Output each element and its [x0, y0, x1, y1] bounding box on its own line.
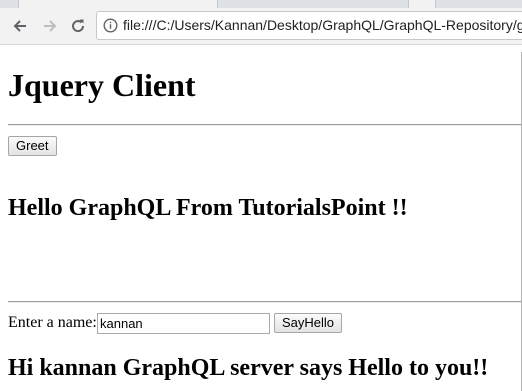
browser-chrome: file:///C:/Users/Kannan/Desktop/GraphQL/…: [0, 0, 522, 52]
browser-toolbar: file:///C:/Users/Kannan/Desktop/GraphQL/…: [0, 8, 522, 44]
name-label: Enter a name:: [8, 314, 97, 331]
page-title: Jquery Client: [8, 67, 196, 103]
back-button[interactable]: [8, 14, 32, 38]
reload-icon: [70, 18, 86, 34]
tab-strip: [0, 0, 522, 8]
address-bar[interactable]: file:///C:/Users/Kannan/Desktop/GraphQL/…: [96, 11, 522, 40]
page-content: Jquery Client Greet Hello GraphQL From T…: [0, 52, 522, 391]
url-text[interactable]: file:///C:/Users/Kannan/Desktop/GraphQL/…: [123, 17, 522, 33]
hello-message: Hi kannan GraphQL server says Hello to y…: [8, 355, 489, 381]
new-tab-button[interactable]: [408, 0, 436, 8]
reload-button[interactable]: [66, 14, 90, 38]
browser-tab[interactable]: [18, 0, 218, 8]
greet-message: Hello GraphQL From TutorialsPoint !!: [8, 195, 408, 221]
sayhello-button[interactable]: SayHello: [274, 313, 343, 333]
arrow-left-icon: [12, 18, 28, 34]
forward-button[interactable]: [38, 14, 62, 38]
info-icon[interactable]: [103, 18, 118, 33]
name-input[interactable]: [97, 313, 270, 334]
divider: [8, 301, 522, 303]
chrome-divider: [0, 44, 522, 52]
greet-button[interactable]: Greet: [8, 136, 57, 156]
divider: [8, 124, 522, 126]
arrow-right-icon: [42, 18, 58, 34]
